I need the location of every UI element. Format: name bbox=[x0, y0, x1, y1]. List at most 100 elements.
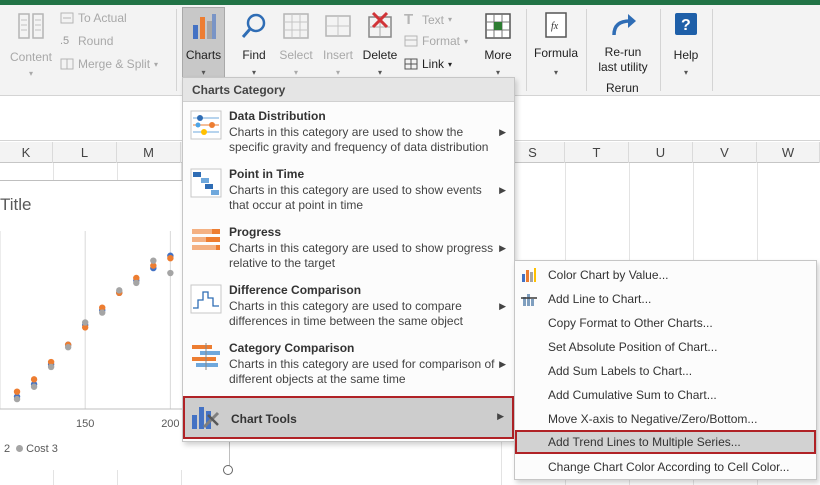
submenu-item-copy-format[interactable]: Copy Format to Other Charts... bbox=[515, 311, 816, 335]
submenu-item-label: Add Line to Chart... bbox=[548, 292, 652, 306]
text-button[interactable]: T Text ▾ bbox=[404, 11, 452, 28]
submenu-item-move-x-axis[interactable]: Move X-axis to Negative/Zero/Bottom... bbox=[515, 407, 816, 431]
find-label: Find bbox=[242, 48, 266, 62]
chevron-right-icon: ▶ bbox=[499, 301, 506, 311]
chart-resize-handle[interactable] bbox=[223, 465, 233, 475]
chart-point-series-2 bbox=[30, 383, 38, 390]
menu-item-difference-comparison[interactable]: Difference Comparison Charts in this cat… bbox=[183, 279, 514, 337]
rerun-button[interactable]: Re-run last utility bbox=[590, 11, 656, 74]
more-button[interactable]: More ▾ bbox=[478, 11, 518, 80]
column-header-w[interactable]: W bbox=[757, 142, 820, 163]
link-label: Link bbox=[422, 57, 445, 71]
app-window: Content ▾ To Actual .5 Round Merge & Spl… bbox=[0, 0, 820, 485]
help-icon: ? bbox=[675, 13, 697, 35]
chart-point-series-2 bbox=[13, 395, 21, 403]
submenu-item-label: Add Trend Lines to Multiple Series... bbox=[548, 435, 741, 449]
charts-button[interactable]: Charts ▾ bbox=[182, 11, 225, 80]
submenu-item-add-cumulative-sum[interactable]: Add Cumulative Sum to Chart... bbox=[515, 383, 816, 407]
to-actual-icon bbox=[60, 12, 74, 24]
menu-item-title: Point in Time bbox=[229, 167, 305, 181]
chevron-right-icon: ▶ bbox=[499, 243, 506, 253]
menu-item-title: Data Distribution bbox=[229, 109, 326, 123]
formula-button[interactable]: fx Formula ▾ bbox=[530, 11, 582, 80]
column-header-u[interactable]: U bbox=[629, 142, 693, 163]
submenu-item-label: Add Cumulative Sum to Chart... bbox=[548, 388, 717, 402]
menu-item-title: Chart Tools bbox=[231, 412, 297, 426]
submenu-item-label: Move X-axis to Negative/Zero/Bottom... bbox=[548, 412, 758, 426]
submenu-item-label: Copy Format to Other Charts... bbox=[548, 316, 713, 330]
to-actual-button[interactable]: To Actual bbox=[60, 11, 127, 25]
column-header-k[interactable]: K bbox=[0, 142, 53, 163]
chart-legend: 2 Cost 3 bbox=[4, 443, 58, 455]
chart-tools-submenu: Color Chart by Value... Add Line to Char… bbox=[514, 260, 817, 480]
chart-x-tick-label: 200 bbox=[161, 418, 179, 430]
data-distribution-icon bbox=[190, 110, 222, 140]
chart-point-series-1 bbox=[13, 388, 21, 395]
menu-item-desc: Charts in this category are used to show… bbox=[229, 183, 482, 212]
svg-text:?: ? bbox=[681, 17, 691, 34]
insert-button[interactable]: Insert ▾ bbox=[318, 11, 358, 80]
format-button[interactable]: Format ▾ bbox=[404, 34, 468, 48]
submenu-item-add-trend-lines[interactable]: Add Trend Lines to Multiple Series... bbox=[515, 430, 816, 454]
menu-item-point-in-time[interactable]: Point in Time Charts in this category ar… bbox=[183, 163, 514, 221]
separator bbox=[712, 9, 713, 91]
menu-item-title: Progress bbox=[229, 225, 282, 239]
format-icon bbox=[404, 35, 418, 47]
delete-button[interactable]: Delete ▾ bbox=[360, 11, 400, 80]
rerun-group-label: Rerun bbox=[606, 81, 639, 95]
menu-item-category-comparison[interactable]: Category Comparison Charts in this categ… bbox=[183, 337, 514, 395]
submenu-item-label: Change Chart Color According to Cell Col… bbox=[548, 460, 790, 474]
chevron-right-icon: ▶ bbox=[499, 127, 506, 137]
chart-point-series-2 bbox=[47, 363, 55, 371]
submenu-item-color-chart-by-value[interactable]: Color Chart by Value... bbox=[515, 263, 816, 287]
formula-icon: fx bbox=[545, 12, 567, 38]
chart-point-series-2 bbox=[116, 287, 123, 294]
more-label: More bbox=[484, 48, 512, 62]
column-header-t[interactable]: T bbox=[565, 142, 629, 163]
menu-item-desc: Charts in this category are used to comp… bbox=[229, 299, 463, 328]
column-header-l[interactable]: L bbox=[53, 142, 117, 163]
menu-item-progress[interactable]: Progress Charts in this category are use… bbox=[183, 221, 514, 279]
submenu-item-label: Add Sum Labels to Chart... bbox=[548, 364, 693, 378]
round-label: Round bbox=[78, 34, 114, 48]
separator bbox=[526, 9, 527, 91]
progress-icon bbox=[192, 229, 220, 250]
chevron-right-icon: ▶ bbox=[499, 359, 506, 369]
link-button[interactable]: Link ▾ bbox=[404, 57, 452, 71]
bar-chart-icon bbox=[522, 268, 536, 282]
column-header-v[interactable]: V bbox=[693, 142, 757, 163]
delete-label: Delete bbox=[362, 48, 398, 62]
charts-icon bbox=[192, 14, 216, 39]
text-label: Text bbox=[422, 12, 445, 27]
menu-item-data-distribution[interactable]: Data Distribution Charts in this categor… bbox=[183, 105, 514, 163]
chart-point-series-2 bbox=[150, 257, 157, 264]
merge-split-button[interactable]: Merge & Split ▾ bbox=[60, 57, 158, 71]
svg-text:fx: fx bbox=[551, 21, 559, 32]
charts-label: Charts bbox=[185, 48, 222, 62]
to-actual-label: To Actual bbox=[78, 11, 127, 25]
menu-item-chart-tools[interactable]: Chart Tools ▶ bbox=[183, 396, 514, 439]
submenu-item-change-chart-color[interactable]: Change Chart Color According to Cell Col… bbox=[515, 455, 816, 479]
delete-icon bbox=[368, 11, 392, 38]
content-button[interactable]: Content ▾ bbox=[8, 11, 54, 81]
menu-item-desc: Charts in this category are used to show… bbox=[229, 241, 494, 270]
point-in-time-icon bbox=[190, 168, 222, 198]
column-header-m[interactable]: M bbox=[117, 142, 181, 163]
formula-label: Formula bbox=[533, 46, 578, 60]
select-label: Select bbox=[279, 48, 313, 62]
round-icon: .5 bbox=[60, 35, 70, 47]
legend-entry-2: 2 bbox=[4, 443, 11, 455]
more-icon bbox=[485, 13, 511, 39]
content-icon bbox=[18, 13, 44, 39]
submenu-item-add-sum-labels[interactable]: Add Sum Labels to Chart... bbox=[515, 359, 816, 383]
submenu-item-add-line-to-chart[interactable]: Add Line to Chart... bbox=[515, 287, 816, 311]
find-button[interactable]: Find ▾ bbox=[234, 11, 274, 80]
separator bbox=[176, 9, 177, 91]
select-button[interactable]: Select ▾ bbox=[276, 11, 316, 80]
category-comparison-icon bbox=[192, 343, 220, 370]
help-button[interactable]: ? Help ▾ bbox=[666, 11, 706, 80]
insert-label: Insert bbox=[322, 48, 353, 62]
submenu-item-set-absolute-position[interactable]: Set Absolute Position of Chart... bbox=[515, 335, 816, 359]
chart-point-series-2 bbox=[99, 309, 106, 316]
round-button[interactable]: .5 Round bbox=[60, 34, 113, 48]
